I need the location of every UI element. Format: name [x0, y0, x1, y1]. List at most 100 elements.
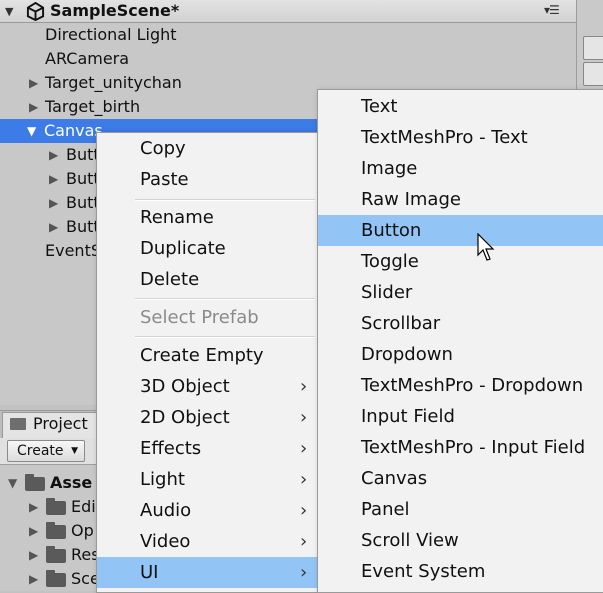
submenu-item-label: Raw Image [361, 189, 461, 210]
folder-icon [46, 498, 66, 515]
submenu-item-slider[interactable]: Slider [318, 277, 603, 308]
menu-item-label: Select Prefab [140, 307, 259, 328]
submenu-item-button[interactable]: Button [318, 215, 603, 246]
menu-icon[interactable]: ▾☰ [544, 3, 560, 17]
expand-arrow-icon[interactable]: ▶ [29, 519, 38, 543]
tab-project[interactable]: Project [2, 412, 98, 438]
menu-item-label: Audio [140, 500, 192, 521]
submenu-item-textmeshpro-dropdown[interactable]: TextMeshPro - Dropdown [318, 370, 603, 401]
fold-arrow-icon[interactable]: ▼ [5, 5, 13, 18]
collapse-arrow-icon[interactable]: ▼ [27, 119, 36, 143]
submenu-item-canvas[interactable]: Canvas [318, 463, 603, 494]
submenu-item-text[interactable]: Text [318, 91, 603, 122]
unity-logo-icon [26, 2, 45, 21]
submenu-item-dropdown[interactable]: Dropdown [318, 339, 603, 370]
hierarchy-item[interactable]: ARCamera [0, 47, 576, 71]
menu-separator [135, 298, 315, 300]
submenu-item-label: Event System [361, 561, 486, 582]
submenu-item-label: Scroll View [361, 530, 459, 551]
submenu-arrow-icon: › [300, 469, 308, 490]
menu-item-2d-object[interactable]: 2D Object › [97, 402, 319, 433]
submenu-item-label: Scrollbar [361, 313, 441, 334]
expand-arrow-icon[interactable]: ▶ [49, 167, 58, 191]
submenu-item-panel[interactable]: Panel [318, 494, 603, 525]
hierarchy-item-label: Butt [66, 169, 100, 188]
submenu-arrow-icon: › [300, 562, 308, 583]
hierarchy-item[interactable]: Directional Light [0, 23, 576, 47]
submenu-arrow-icon: › [300, 407, 308, 428]
submenu-item-label: Toggle [361, 251, 419, 272]
menu-item-label: Light [140, 469, 185, 490]
project-folder-label: Edi [71, 497, 96, 516]
expand-arrow-icon[interactable]: ▶ [29, 71, 38, 95]
submenu-item-label: Panel [361, 499, 410, 520]
menu-item-3d-object[interactable]: 3D Object › [97, 371, 319, 402]
folder-icon [10, 418, 26, 430]
submenu-item-scroll-view[interactable]: Scroll View [318, 525, 603, 556]
menu-item-audio[interactable]: Audio › [97, 495, 319, 526]
context-menu: Copy Paste Rename Duplicate Delete Selec… [96, 132, 319, 593]
menu-item-label: Create Empty [140, 345, 264, 366]
hierarchy-item-label: EventS [45, 241, 101, 260]
menu-item-label: Copy [140, 138, 186, 159]
menu-item-light[interactable]: Light › [97, 464, 319, 495]
expand-arrow-icon[interactable]: ▶ [49, 215, 58, 239]
submenu-arrow-icon: › [300, 500, 308, 521]
scene-title: SampleScene* [50, 1, 180, 20]
menu-item-label: Delete [140, 269, 200, 290]
submenu-item-textmeshpro-input-field[interactable]: TextMeshPro - Input Field [318, 432, 603, 463]
menu-item-video[interactable]: Video › [97, 526, 319, 557]
hierarchy-item-label: Directional Light [45, 25, 177, 44]
menu-item-delete[interactable]: Delete [97, 264, 319, 295]
submenu-arrow-icon: › [300, 531, 308, 552]
menu-item-paste[interactable]: Paste [97, 164, 319, 195]
submenu-item-image[interactable]: Image [318, 153, 603, 184]
hierarchy-item-label: Butt [66, 145, 100, 164]
expand-arrow-icon[interactable]: ▶ [29, 495, 38, 519]
project-folder-label: Op [71, 521, 94, 540]
folder-icon [46, 522, 66, 539]
menu-item-label: Video [140, 531, 191, 552]
ui-submenu: Text TextMeshPro - Text Image Raw Image … [317, 89, 603, 593]
submenu-item-label: Dropdown [361, 344, 453, 365]
create-button[interactable]: Create ▼ [7, 440, 85, 462]
expand-arrow-icon[interactable]: ▶ [49, 143, 58, 167]
scene-header[interactable]: ▼ SampleScene* ▾☰ [0, 0, 576, 23]
submenu-item-toggle[interactable]: Toggle [318, 246, 603, 277]
submenu-item-label: Slider [361, 282, 413, 303]
submenu-item-input-field[interactable]: Input Field [318, 401, 603, 432]
menu-item-effects[interactable]: Effects › [97, 433, 319, 464]
collapse-arrow-icon[interactable]: ▼ [8, 471, 17, 495]
expand-arrow-icon[interactable]: ▶ [29, 567, 38, 591]
project-folder-label: Asse [50, 473, 93, 492]
submenu-item-textmeshpro-text[interactable]: TextMeshPro - Text [318, 122, 603, 153]
expand-arrow-icon[interactable]: ▶ [29, 95, 38, 119]
submenu-item-raw-image[interactable]: Raw Image [318, 184, 603, 215]
submenu-item-event-system[interactable]: Event System [318, 556, 603, 587]
menu-separator [135, 336, 315, 338]
menu-item-copy[interactable]: Copy [97, 133, 319, 164]
scroll-button[interactable] [583, 36, 603, 60]
hierarchy-item-label: Target_unitychan [45, 73, 182, 92]
hierarchy-item-label: Butt [66, 217, 100, 236]
menu-item-label: Duplicate [140, 238, 226, 259]
menu-item-label: Paste [140, 169, 189, 190]
menu-item-ui[interactable]: UI › [97, 557, 319, 588]
submenu-item-label: TextMeshPro - Input Field [361, 437, 586, 458]
menu-item-rename[interactable]: Rename [97, 202, 319, 233]
submenu-item-scrollbar[interactable]: Scrollbar [318, 308, 603, 339]
expand-arrow-icon[interactable]: ▶ [29, 543, 38, 567]
submenu-item-label: Input Field [361, 406, 455, 427]
expand-arrow-icon[interactable]: ▶ [49, 191, 58, 215]
cursor-icon [477, 233, 495, 261]
submenu-item-label: Canvas [361, 468, 428, 489]
menu-item-duplicate[interactable]: Duplicate [97, 233, 319, 264]
hierarchy-item-label: ARCamera [45, 49, 130, 68]
scroll-button[interactable] [583, 62, 603, 86]
menu-item-create-empty[interactable]: Create Empty [97, 340, 319, 371]
submenu-item-label: TextMeshPro - Text [361, 127, 528, 148]
menu-item-label: Rename [140, 207, 214, 228]
hierarchy-item-label: Target_birth [45, 97, 141, 116]
create-button-label: Create [17, 443, 64, 459]
hierarchy-item-label: Butt [66, 193, 100, 212]
